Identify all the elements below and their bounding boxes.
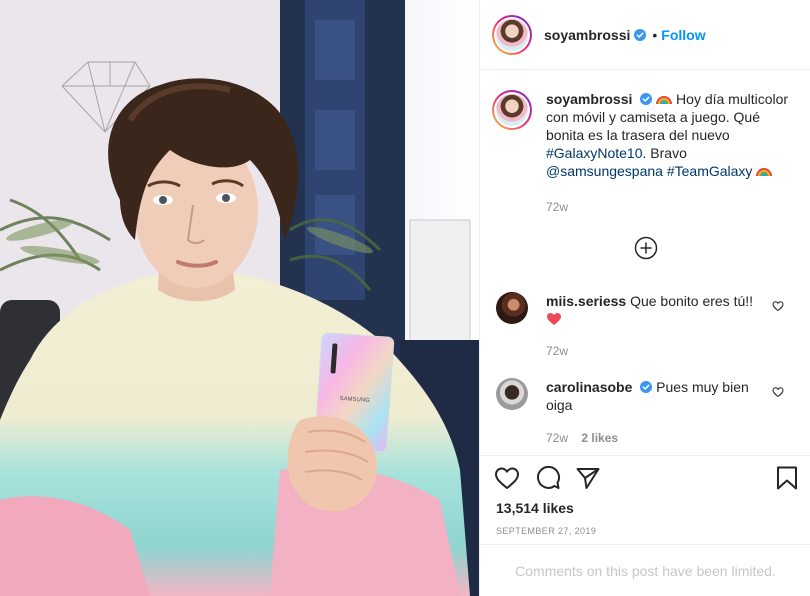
bookmark-icon[interactable] (774, 465, 800, 491)
comments-limited-text: Comments on this post have been limited. (515, 562, 776, 579)
likes-count[interactable]: 13,514 likes (496, 500, 574, 516)
heart-icon[interactable] (494, 465, 520, 491)
comment-meta: 72w 2 likes (546, 431, 618, 445)
comments-limited-notice: Comments on this post have been limited. (480, 544, 810, 596)
verified-badge-icon (634, 28, 647, 41)
comments-section: soyambrossi Hoy día multicolor con móvil… (480, 70, 810, 455)
comment-item: miis.seriess Que bonito eres tú!! (496, 292, 796, 328)
paper-plane-icon[interactable] (575, 465, 601, 491)
comment-timestamp[interactable]: 72w (546, 344, 568, 358)
post-caption: soyambrossi Hoy día multicolor con móvil… (492, 90, 802, 180)
follow-button[interactable]: Follow (661, 27, 705, 43)
commenter-avatar[interactable] (496, 292, 528, 324)
comment-icon[interactable] (535, 465, 561, 491)
post-header: soyambrossi • Follow (480, 0, 810, 70)
mention-samsungespana[interactable]: @samsungespana (546, 163, 663, 179)
caption-author-avatar[interactable] (492, 90, 532, 130)
hashtag-galaxynote10[interactable]: #GalaxyNote10 (546, 145, 643, 161)
comment-username[interactable]: miis.seriess (546, 293, 626, 309)
comment-text: miis.seriess Que bonito eres tú!! (546, 292, 756, 328)
separator-dot: • (652, 26, 658, 43)
red-heart-emoji-icon (547, 313, 561, 325)
comment-text: carolinasobe Pues muy bien oiga (546, 378, 756, 414)
post-photo: SAMSUNG (0, 0, 479, 596)
author-avatar[interactable] (492, 14, 532, 55)
verified-badge-icon (640, 381, 653, 393)
rainbow-emoji-icon (756, 168, 773, 177)
load-more-comments-icon[interactable] (634, 236, 658, 260)
caption-body-2: . Bravo (642, 145, 687, 161)
post-details-panel: soyambrossi • Follow soyambrossi Hoy día… (479, 0, 810, 596)
comment-meta: 72w (546, 344, 568, 358)
comment-timestamp[interactable]: 72w (546, 431, 568, 445)
action-bar (480, 455, 810, 505)
comment-like-icon[interactable] (772, 386, 784, 398)
post-date[interactable]: September 27, 2019 (496, 526, 596, 536)
comment-like-icon[interactable] (772, 300, 784, 312)
caption-username[interactable]: soyambrossi (546, 91, 632, 107)
comment-body: Que bonito eres tú!! (630, 293, 754, 309)
comment-username[interactable]: carolinasobe (546, 379, 632, 395)
author-username[interactable]: soyambrossi (544, 27, 630, 43)
comment-likes-count[interactable]: 2 likes (581, 431, 618, 445)
rainbow-emoji-icon (656, 96, 673, 105)
caption-text: soyambrossi Hoy día multicolor con móvil… (546, 90, 801, 180)
caption-timestamp[interactable]: 72w (546, 200, 568, 214)
comment-item: carolinasobe Pues muy bien oiga (496, 378, 796, 414)
verified-badge-icon (640, 93, 653, 105)
commenter-avatar[interactable] (496, 378, 528, 410)
hashtag-teamgalaxy[interactable]: #TeamGalaxy (667, 163, 753, 179)
